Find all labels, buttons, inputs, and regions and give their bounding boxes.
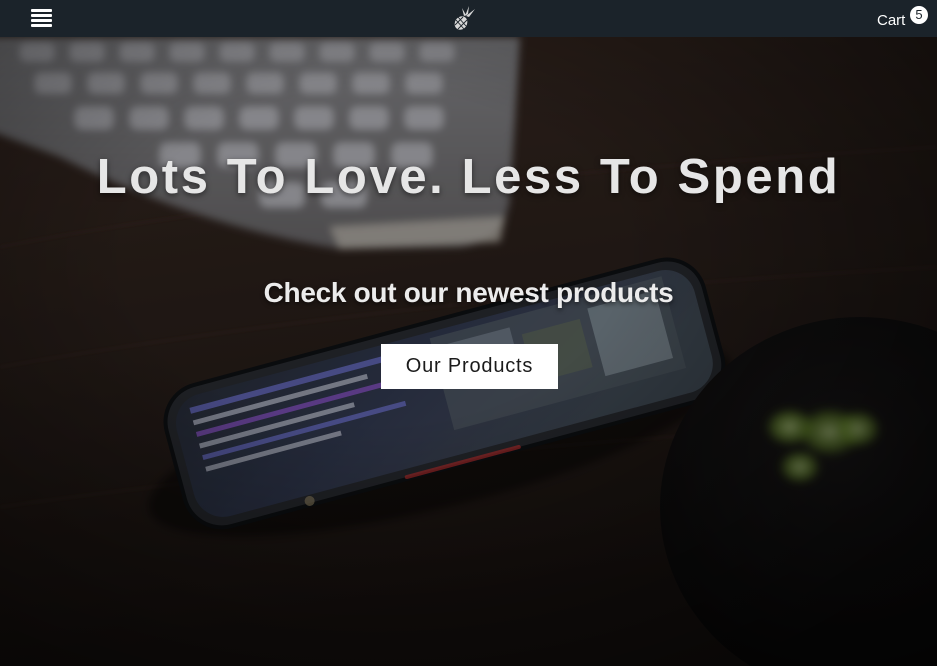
menu-bar — [31, 9, 52, 12]
hamburger-menu-icon[interactable] — [31, 8, 52, 28]
hero-title: Lots To Love. Less To Spend — [96, 150, 841, 204]
menu-bar — [31, 24, 52, 27]
our-products-button[interactable]: Our Products — [381, 344, 558, 389]
hero-section: Lots To Love. Less To Spend Check out ou… — [0, 37, 937, 666]
pineapple-logo-icon[interactable] — [452, 5, 476, 31]
menu-bar — [31, 19, 52, 22]
landing-page: Cart 5 Lots To Love. Less To Spend Check… — [0, 0, 937, 666]
hero-subtitle: Check out our newest products — [263, 277, 674, 308]
menu-bar — [31, 14, 52, 17]
top-navbar: Cart 5 — [0, 0, 937, 37]
cart-count-badge: 5 — [909, 5, 929, 25]
cart-link[interactable]: Cart — [877, 12, 905, 32]
